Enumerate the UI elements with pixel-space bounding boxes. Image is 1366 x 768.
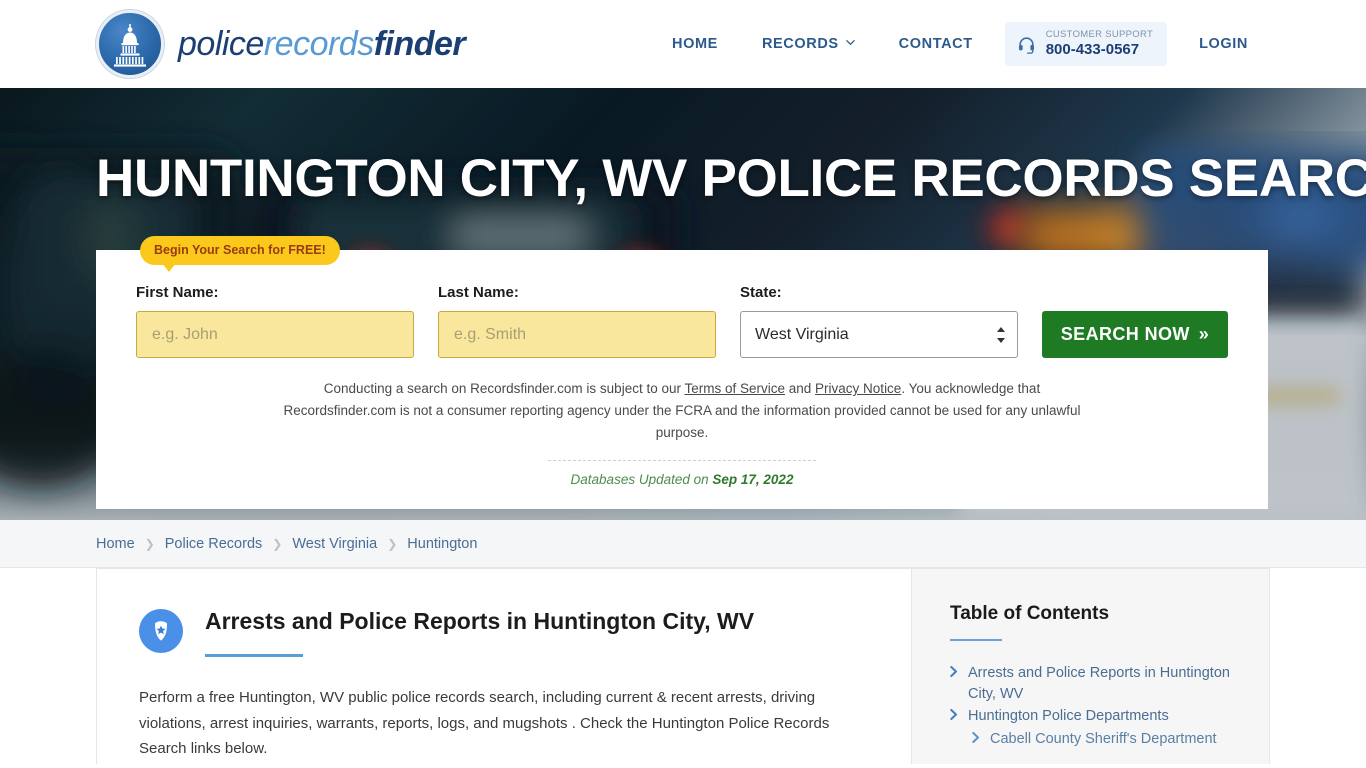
support-label: CUSTOMER SUPPORT	[1045, 29, 1154, 41]
spinner-arrows-icon[interactable]	[996, 326, 1006, 344]
section-paragraph: Perform a free Huntington, WV public pol…	[139, 688, 830, 758]
main-article-card: Arrests and Police Reports in Huntington…	[96, 568, 912, 764]
last-name-field-group: Last Name:	[438, 284, 716, 358]
site-header: policerecordsfinder HOME RECORDS CONTACT…	[0, 0, 1366, 88]
breadcrumb-police-records[interactable]: Police Records	[165, 536, 263, 552]
breadcrumb-separator-icon: ❯	[272, 536, 283, 551]
nav-records-label: RECORDS	[761, 36, 839, 52]
nav-home-label: HOME	[672, 36, 718, 52]
state-select[interactable]: West Virginia	[740, 311, 1018, 358]
first-name-input[interactable]	[136, 311, 414, 358]
police-badge-glyph	[155, 621, 167, 641]
nav-login-label: LOGIN	[1199, 36, 1248, 52]
terms-of-service-link[interactable]: Terms of Service	[684, 381, 785, 396]
toc-item-label: Huntington Police Departments	[968, 708, 1169, 725]
toc-list: Arrests and Police Reports in Huntington…	[950, 663, 1239, 749]
toc-item-label: Arrests and Police Reports in Huntington…	[968, 665, 1230, 702]
disclaimer-text-1: Conducting a search on Recordsfinder.com…	[323, 381, 685, 396]
nav-home[interactable]: HOME	[650, 26, 740, 62]
logo-wordmark: policerecordsfinder	[178, 24, 466, 64]
main-navigation: HOME RECORDS CONTACT CUSTOMER SUPPORT 80…	[650, 22, 1270, 66]
nav-contact[interactable]: CONTACT	[877, 26, 995, 62]
table-of-contents: Table of Contents Arrests and Police Rep…	[912, 568, 1270, 764]
breadcrumb-west-virginia[interactable]: West Virginia	[292, 536, 377, 552]
chevron-down-icon	[845, 39, 855, 45]
section-title: Arrests and Police Reports in Huntington…	[205, 608, 755, 634]
section-header: Arrests and Police Reports in Huntington…	[139, 607, 869, 657]
first-name-label: First Name:	[136, 284, 219, 301]
breadcrumb-separator-icon: ❯	[387, 536, 398, 551]
nav-records[interactable]: RECORDS	[740, 26, 877, 62]
page-title: HUNTINGTON CITY, WV POLICE RECORDS SEARC…	[96, 149, 1366, 208]
breadcrumb-huntington[interactable]: Huntington	[407, 536, 477, 552]
search-now-arrow-icon: »	[1198, 324, 1210, 344]
first-name-field-group: First Name:	[136, 284, 414, 358]
headset-icon	[1018, 36, 1034, 54]
nav-contact-label: CONTACT	[898, 36, 973, 52]
state-label: State:	[740, 284, 782, 301]
last-name-label: Last Name:	[438, 284, 519, 301]
search-now-button[interactable]: SEARCH NOW »	[1042, 311, 1228, 358]
toc-item-cabell-county-sheriffs-department[interactable]: Cabell County Sheriff's Department	[972, 729, 1239, 750]
databases-updated-date: Sep 17, 2022	[712, 471, 794, 487]
breadcrumb: Home ❯ Police Records ❯ West Virginia ❯ …	[0, 520, 1366, 568]
logo-text-records: records	[263, 24, 374, 63]
toc-item-label: Cabell County Sheriff's Department	[990, 730, 1217, 747]
privacy-notice-link[interactable]: Privacy Notice	[815, 381, 901, 396]
search-form-row: First Name: Last Name: State: West Virgi…	[136, 284, 1228, 358]
logo-text-finder: finder	[373, 24, 466, 63]
free-search-badge: Begin Your Search for FREE!	[140, 236, 340, 272]
logo-text-police: police	[178, 24, 264, 63]
disclaimer-text-2: and	[785, 381, 816, 396]
state-select-value: West Virginia	[755, 325, 849, 343]
customer-support-badge[interactable]: CUSTOMER SUPPORT 800-433-0567	[1004, 22, 1168, 66]
breadcrumb-home[interactable]: Home	[96, 536, 135, 552]
last-name-input[interactable]	[438, 311, 716, 358]
toc-title: Table of Contents	[950, 603, 1110, 624]
databases-updated: Databases Updated on Sep 17, 2022	[136, 472, 1228, 487]
content-area: Arrests and Police Reports in Huntington…	[0, 568, 1366, 764]
chevron-right-icon	[950, 709, 957, 721]
site-logo[interactable]: policerecordsfinder	[96, 10, 466, 78]
breadcrumb-separator-icon: ❯	[144, 536, 155, 551]
capitol-dome-icon	[96, 10, 164, 78]
databases-updated-label: Databases Updated on	[570, 471, 713, 487]
search-form-card: Begin Your Search for FREE! First Name: …	[96, 236, 1268, 509]
capitol-dome-glyph	[114, 24, 146, 67]
nav-login[interactable]: LOGIN	[1177, 26, 1270, 62]
title-underline	[205, 653, 303, 657]
state-select-wrapper: West Virginia	[740, 311, 1018, 358]
search-now-label: SEARCH NOW	[1060, 324, 1190, 344]
section-heading-block: Arrests and Police Reports in Huntington…	[205, 607, 754, 657]
chevron-right-icon	[972, 731, 979, 743]
divider	[548, 459, 816, 461]
chevron-right-icon	[950, 666, 957, 677]
toc-underline	[950, 639, 1002, 641]
police-badge-icon	[139, 609, 183, 653]
search-disclaimer: Conducting a search on Recordsfinder.com…	[267, 378, 1097, 444]
toc-item-arrests-and-police-reports[interactable]: Arrests and Police Reports in Huntington…	[950, 663, 1239, 704]
hero-section: HUNTINGTON CITY, WV POLICE RECORDS SEARC…	[0, 88, 1366, 520]
toc-item-huntington-police-departments[interactable]: Huntington Police Departments	[950, 706, 1239, 727]
state-field-group: State: West Virginia	[740, 284, 1018, 358]
support-phone[interactable]: 800-433-0567	[1046, 41, 1153, 58]
